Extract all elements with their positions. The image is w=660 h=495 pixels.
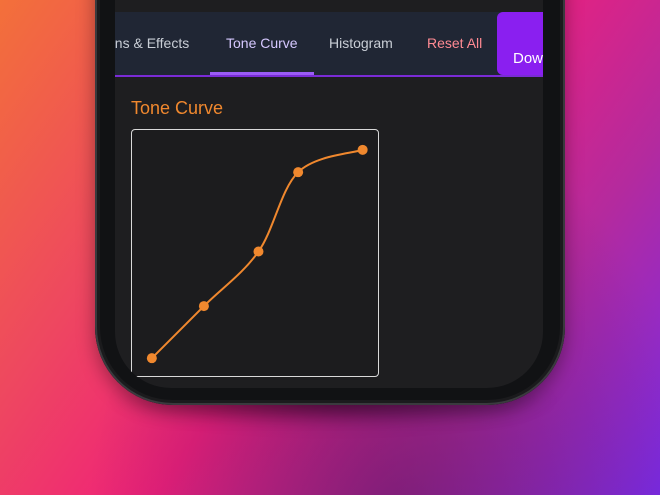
curve-control-point[interactable] bbox=[146, 353, 157, 364]
tone-curve-canvas[interactable] bbox=[132, 130, 380, 378]
section-title: Tone Curve bbox=[131, 98, 224, 118]
reset-all-button[interactable]: Reset All bbox=[427, 12, 482, 75]
tab-histogram[interactable]: Histogram bbox=[329, 12, 393, 75]
phone-screen: ens & Effects Tone Curve Histogram Reset… bbox=[115, 0, 543, 388]
tone-curve-editor[interactable] bbox=[131, 129, 379, 377]
active-tab-indicator bbox=[210, 72, 314, 75]
curve-control-point[interactable] bbox=[198, 301, 209, 312]
curve-control-point[interactable] bbox=[253, 246, 264, 257]
tab-lens-effects[interactable]: ens & Effects bbox=[115, 12, 189, 75]
download-button[interactable]: Dow bbox=[497, 12, 543, 75]
tab-bar: ens & Effects Tone Curve Histogram Reset… bbox=[115, 12, 543, 77]
curve-control-point[interactable] bbox=[357, 144, 368, 155]
tab-tone-curve[interactable]: Tone Curve bbox=[226, 12, 298, 75]
curve-control-point[interactable] bbox=[293, 167, 304, 178]
